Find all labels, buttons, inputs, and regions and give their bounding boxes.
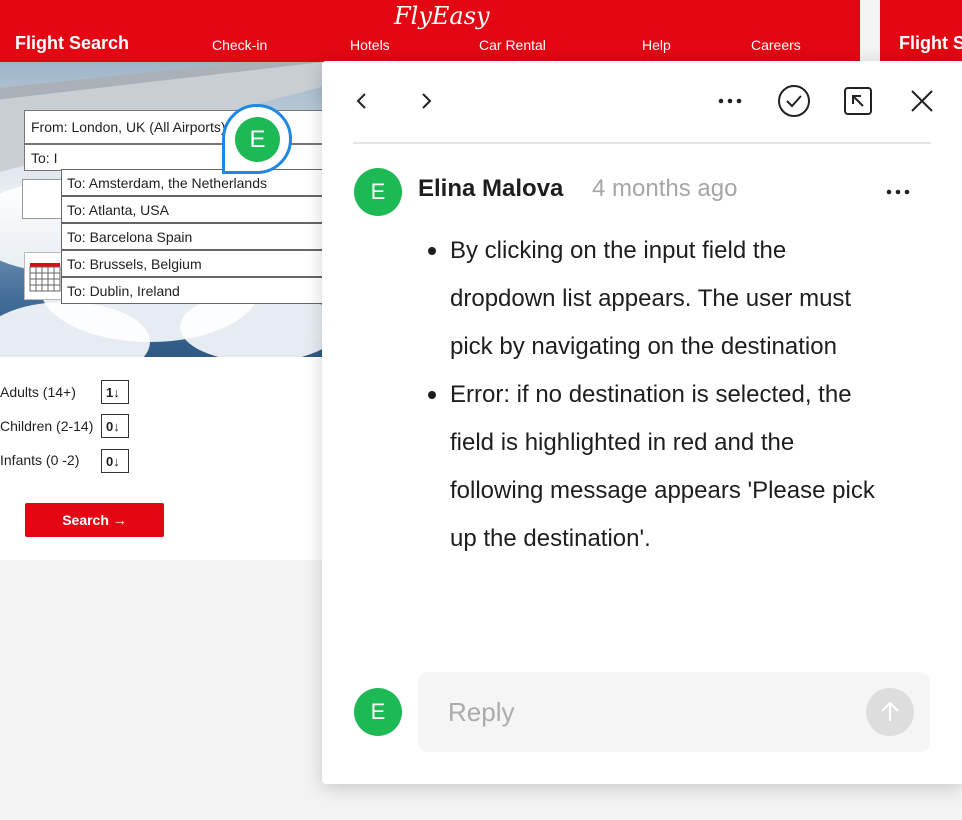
reply-avatar: E — [354, 688, 402, 736]
nav-help[interactable]: Help — [642, 37, 671, 53]
comment-body: By clicking on the input field the dropd… — [428, 227, 878, 563]
close-icon — [911, 90, 933, 112]
date-box[interactable] — [22, 179, 62, 219]
more-horizontal-icon — [718, 98, 742, 104]
previous-comment-button[interactable] — [340, 79, 384, 123]
adults-label: Adults (14+) — [0, 384, 76, 400]
reply-box — [418, 672, 930, 752]
top-navbar: FlyEasy Flight Search Check-in Hotels Ca… — [0, 0, 860, 62]
nav-car-rental[interactable]: Car Rental — [479, 37, 546, 53]
collapse-icon — [844, 87, 872, 115]
children-label: Children (2-14) — [0, 418, 94, 434]
chevron-left-icon — [356, 93, 366, 109]
dropdown-option[interactable]: To: Amsterdam, the Netherlands — [61, 169, 323, 196]
infants-select[interactable]: 0↓ — [101, 449, 129, 473]
dropdown-option[interactable]: To: Barcelona Spain — [61, 223, 323, 250]
author-avatar: E — [354, 168, 402, 216]
author-name: Elina Malova — [418, 175, 564, 202]
search-button[interactable]: Search → — [25, 503, 164, 537]
more-horizontal-icon — [886, 189, 910, 195]
check-circle-icon — [778, 85, 810, 117]
second-frame: Flight Search — [880, 0, 962, 62]
comment-more-button[interactable] — [876, 170, 920, 214]
nav-careers[interactable]: Careers — [751, 37, 801, 53]
comment-bullet: By clicking on the input field the dropd… — [428, 227, 878, 371]
brand-title-second: Flight Search — [899, 33, 962, 53]
chevron-right-icon — [422, 93, 432, 109]
dropdown-option[interactable]: To: Atlanta, USA — [61, 196, 323, 223]
comment-panel: E Elina Malova 4 months ago By clicking … — [322, 61, 962, 784]
adults-select[interactable]: 1↓ — [101, 380, 129, 404]
next-comment-button[interactable] — [404, 79, 448, 123]
collapse-button[interactable] — [836, 79, 880, 123]
nav-hotels[interactable]: Hotels — [350, 37, 390, 53]
resolve-button[interactable] — [772, 79, 816, 123]
comment-bullet: Error: if no destination is selected, th… — [428, 371, 878, 563]
header-divider — [353, 142, 931, 144]
reply-input[interactable] — [448, 672, 848, 752]
dropdown-option[interactable]: To: Dublin, Ireland — [61, 277, 323, 304]
pin-avatar: E — [235, 117, 280, 162]
nav-check-in[interactable]: Check-in — [212, 37, 267, 53]
children-select[interactable]: 0↓ — [101, 414, 129, 438]
more-options-button[interactable] — [708, 79, 752, 123]
calendar-icon[interactable] — [24, 252, 62, 300]
send-button[interactable] — [866, 688, 914, 736]
logo: FlyEasy — [394, 2, 490, 30]
brand-title: Flight Search — [15, 33, 130, 53]
close-button[interactable] — [900, 79, 944, 123]
comment-pin[interactable]: E — [222, 104, 292, 174]
infants-label: Infants (0 -2) — [0, 452, 80, 468]
dropdown-option[interactable]: To: Brussels, Belgium — [61, 250, 323, 277]
comment-timestamp: 4 months ago — [592, 175, 738, 202]
arrow-up-icon — [881, 701, 899, 721]
